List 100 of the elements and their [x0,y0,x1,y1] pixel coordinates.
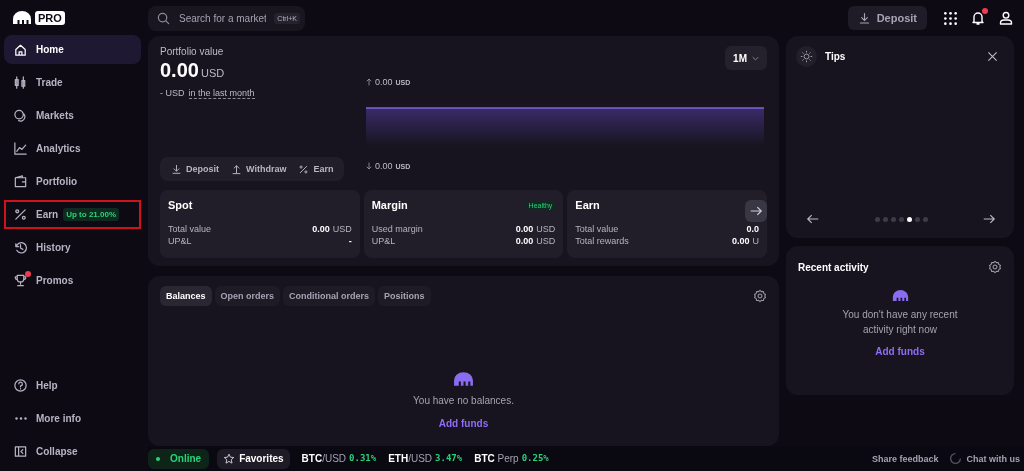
row-label: Used margin [371,223,423,235]
search-icon [156,10,171,26]
share-feedback-link[interactable]: Share feedback [871,453,939,464]
row-value: 0.00 [515,235,534,247]
currency-label: USD [200,67,225,79]
range-dropdown[interactable]: 1M [725,46,767,70]
settings-icon[interactable] [753,289,767,303]
more-icon [14,417,27,420]
ticker-change: 0.25% [521,453,549,464]
help-icon [13,378,28,393]
upload-icon [231,163,242,175]
row-value: 0.0 [746,223,759,235]
sidebar-item[interactable]: Collapse [4,437,141,466]
carousel-dot[interactable] [914,216,920,222]
sidebar-item[interactable]: Help [4,371,141,400]
ticker-pair[interactable]: BTC Perp [474,453,519,464]
portfolio-label: Portfolio value [160,46,225,57]
logo-badge: PRO [35,10,65,25]
history-icon [13,240,28,255]
favorites-button[interactable]: Favorites [217,448,290,469]
trophy-icon [13,273,28,288]
tab[interactable]: Balances [160,286,212,306]
percent-icon [298,163,310,175]
carousel-dot[interactable] [898,216,904,222]
line-chart-icon [13,141,28,156]
account-card[interactable]: Earn Total value 0.0 Total rewards 0.00 U [567,190,767,258]
sidebar-item[interactable]: Earn Up to 21.00% [4,200,141,229]
ticker-pair[interactable]: BTC/USD [301,453,347,464]
add-funds-link[interactable]: Add funds [875,346,925,357]
sidebar-item[interactable]: Trade [4,68,141,97]
candlestick-icon [13,75,28,90]
apps-grid-icon[interactable] [943,10,958,26]
carousel-dot[interactable] [922,216,928,222]
download-icon [857,11,871,25]
sidebar-item[interactable]: Markets [4,101,141,130]
carousel-dot[interactable] [882,216,888,222]
portfolio-value: 0.00 [160,59,199,82]
sidebar-item[interactable]: More info [4,404,141,433]
row-value: - [348,235,352,247]
chart-high: 0.00 [375,77,393,87]
bell-icon[interactable] [970,10,986,26]
action-button[interactable]: Deposit [166,163,224,175]
account-card[interactable]: Spot Total value 0.00 USD UP&L - [160,190,360,258]
tab[interactable]: Conditional orders [283,286,376,306]
row-label: Total value [168,223,212,235]
wallet-icon [13,174,28,189]
arrow-right-icon [749,204,763,218]
account-title: Margin [371,199,408,211]
sidebar-item[interactable]: History [4,233,141,262]
percent-icon [13,207,28,222]
chat-button[interactable]: Chat with us [948,452,1020,465]
rate-tag: Up to 21.00% [63,208,120,221]
card-title: Recent activity [798,261,869,273]
account-title: Spot [168,199,193,211]
chart-low: 0.00 [375,161,393,171]
coins-icon [13,108,28,123]
sidebar-item[interactable]: Promos [4,266,141,295]
action-button[interactable]: Withdraw [226,163,292,175]
carousel-dot[interactable] [874,216,880,222]
user-icon[interactable] [998,10,1014,26]
tab[interactable]: Positions [378,286,431,306]
settings-icon[interactable] [988,260,1002,274]
add-funds-link[interactable]: Add funds [438,418,489,429]
row-unit: USD [332,223,352,235]
sidebar-item[interactable]: Analytics [4,134,141,163]
empty-message: You have no balances. [413,395,514,406]
arrow-down-icon [366,162,372,170]
row-label: Total value [575,223,619,235]
ticker-pair[interactable]: ETH/USD [388,453,433,464]
close-icon[interactable] [987,51,998,62]
row-label: UP&L [168,235,192,247]
sidebar-item[interactable]: Home [4,35,141,64]
logo-icon [453,372,474,387]
period-label[interactable]: in the last month [188,88,255,99]
arrow-up-icon [366,78,372,86]
online-status: Online [148,448,210,469]
row-label: Total rewards [575,235,629,247]
collapse-icon [13,444,28,459]
empty-message: You don't have any recent activity right now [841,308,959,337]
carousel-dot[interactable] [890,216,896,222]
sun-icon [796,46,817,67]
row-unit: U [752,235,759,247]
scroll-right-button[interactable] [745,200,767,222]
row-unit: USD [536,235,556,247]
tab[interactable]: Open orders [214,286,281,306]
arrow-left-icon[interactable] [806,212,820,226]
action-button[interactable]: Earn [293,163,339,175]
sidebar-item[interactable]: Portfolio [4,167,141,196]
spinner-icon [948,452,962,465]
deposit-button[interactable]: Deposit [847,6,927,30]
arrow-right-icon[interactable] [982,212,996,226]
search-field[interactable]: Search for a market [179,12,267,24]
logo-icon [12,10,32,25]
download-icon [171,163,182,175]
carousel-dot[interactable] [906,216,912,222]
row-label: UP&L [371,235,396,247]
row-value: 0.00 [515,223,534,235]
ticker-change: 0.31% [349,453,377,464]
row-value: 0.00 [732,235,750,247]
ticker-change: 3.47% [435,453,463,464]
